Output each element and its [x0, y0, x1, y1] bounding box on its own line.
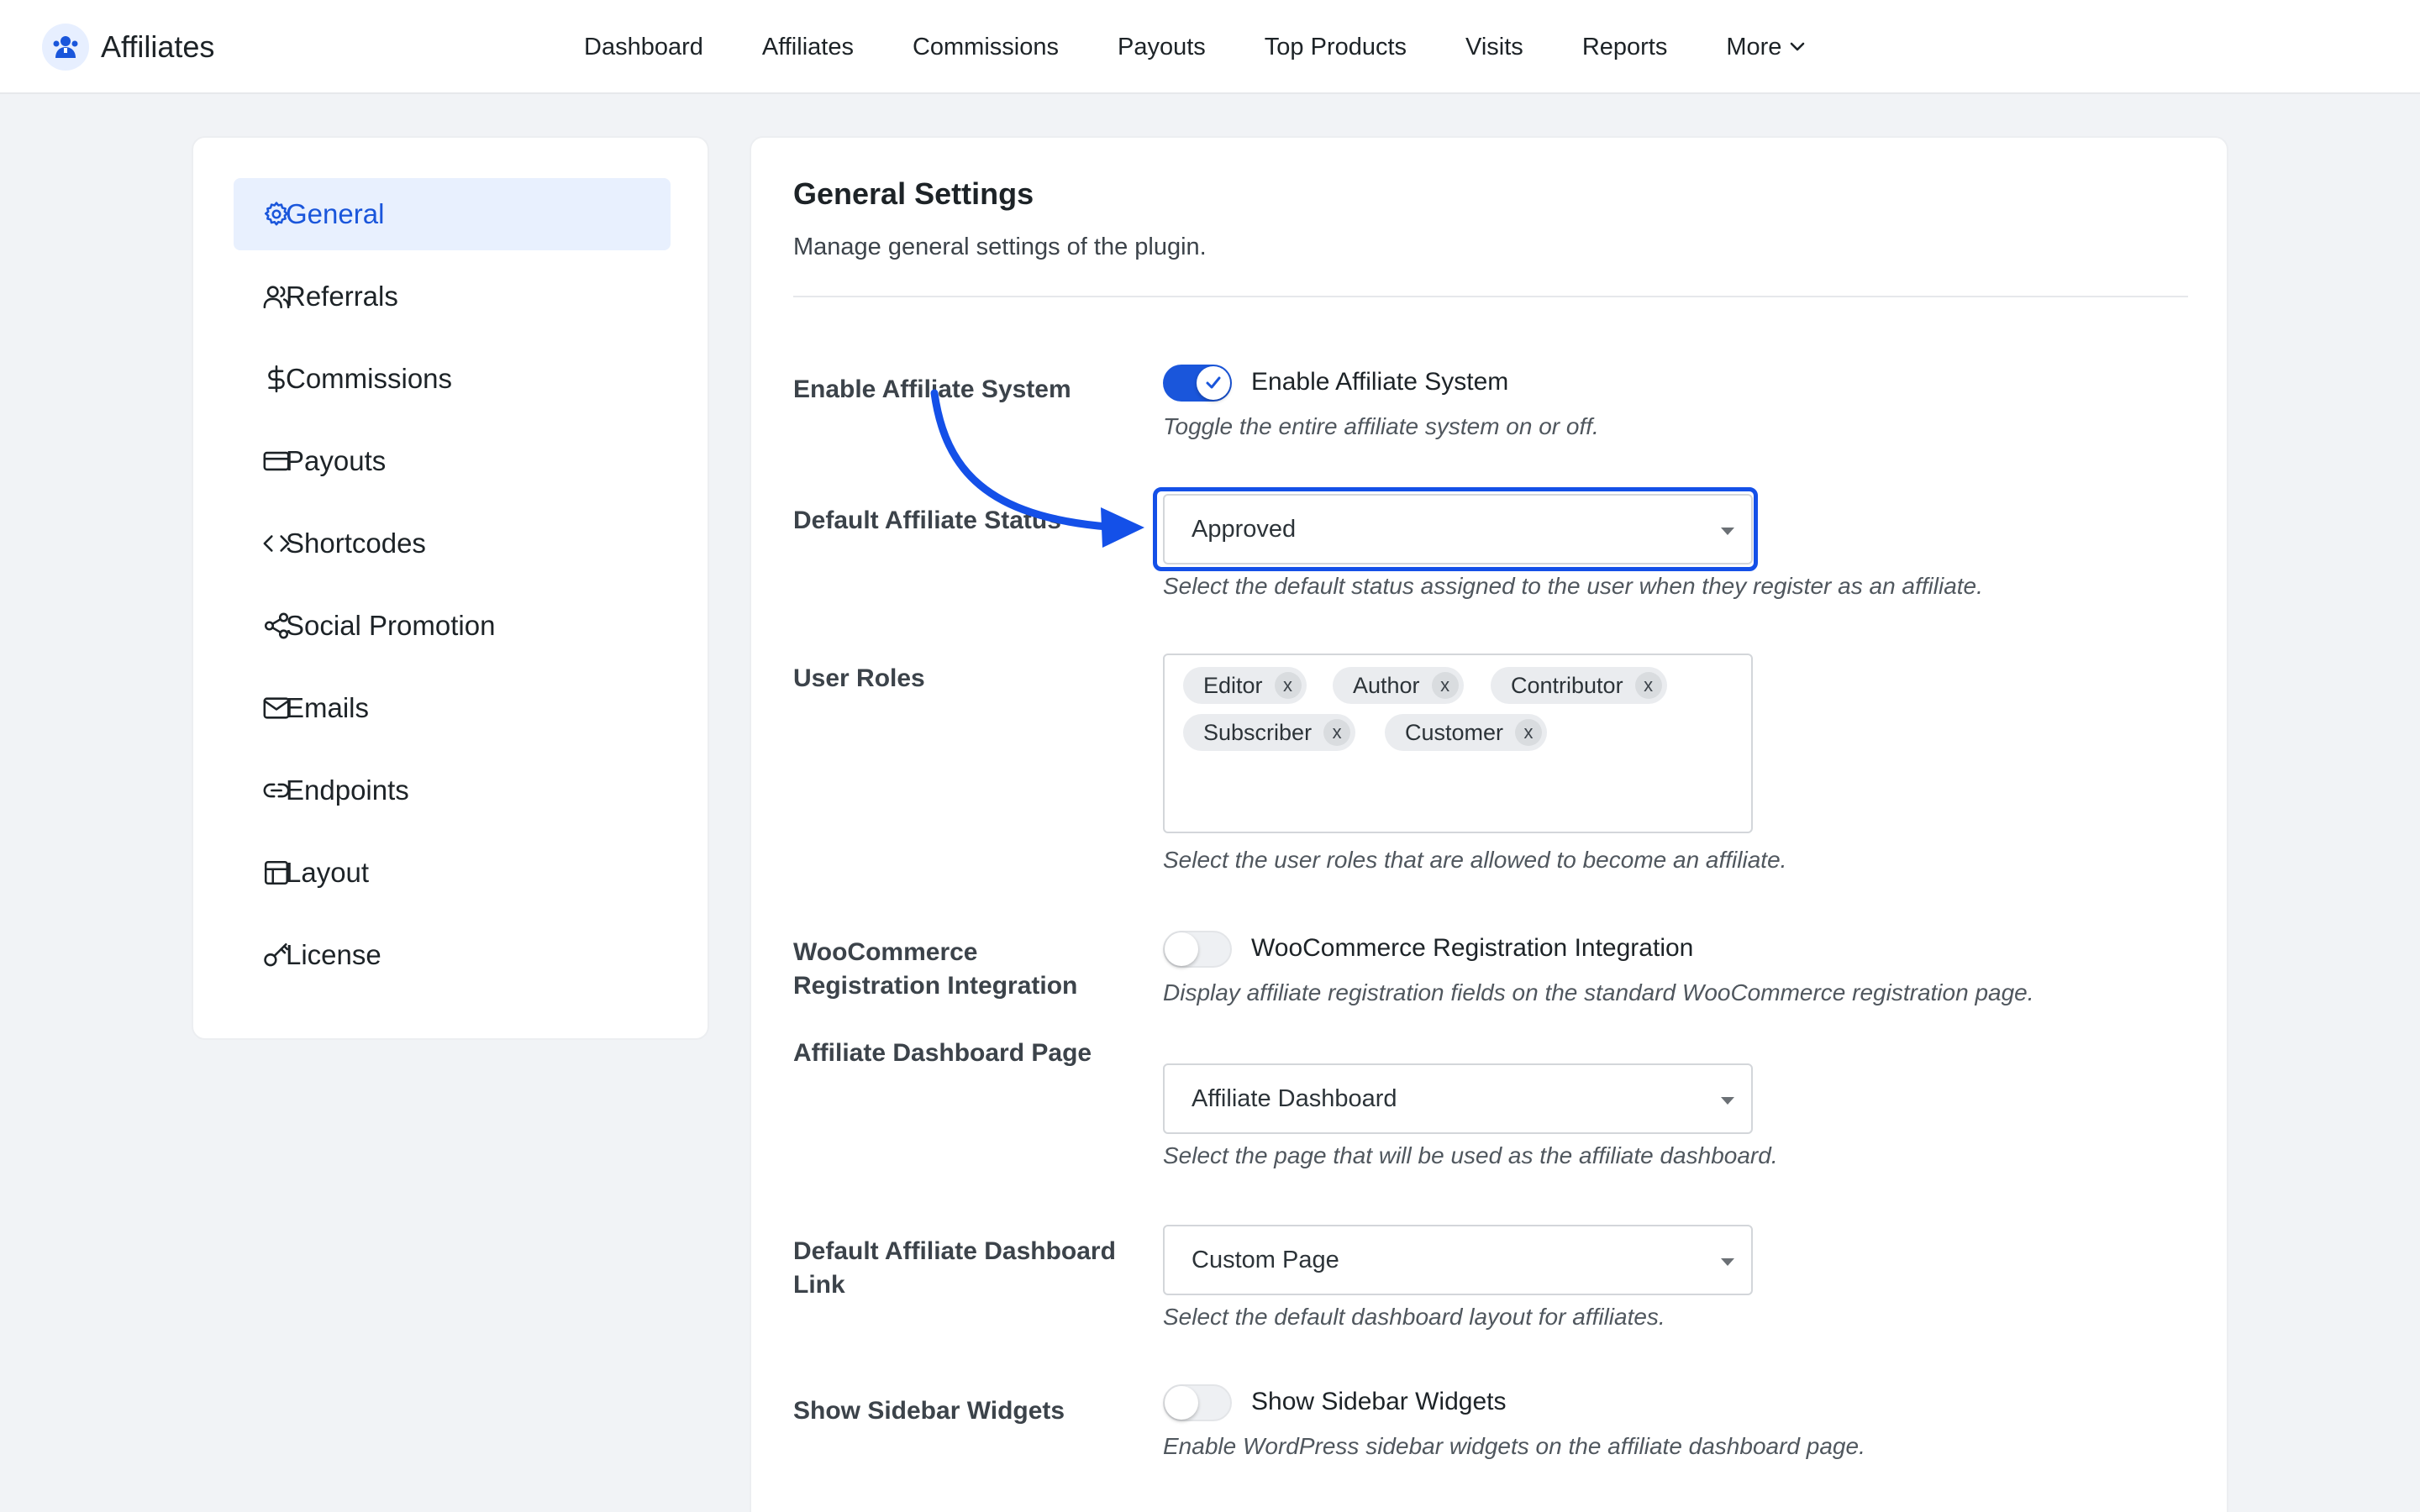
nav-affiliates[interactable]: Affiliates [762, 34, 854, 61]
gear-icon [264, 202, 289, 226]
remove-chip-button[interactable]: x [1323, 719, 1351, 746]
nav-top-products[interactable]: Top Products [1265, 34, 1407, 61]
role-chip-label: Author [1353, 672, 1420, 698]
sidebar-item-label: Commissions [286, 363, 453, 394]
default-dashboard-link-help: Select the default dashboard layout for … [1163, 1304, 1665, 1330]
sidebar-item-layout[interactable]: Layout [234, 837, 671, 909]
default-affiliate-status-help: Select the default status assigned to th… [1163, 573, 1983, 599]
sidebar-item-emails[interactable]: Emails [234, 672, 671, 744]
sidebar-item-social-promotion[interactable]: Social Promotion [234, 590, 671, 662]
remove-chip-button[interactable]: x [1431, 672, 1459, 699]
app-title: Affiliates [101, 29, 215, 64]
sidebar-item-label: Layout [286, 857, 370, 888]
show-sidebar-widgets-toggle-text: Show Sidebar Widgets [1251, 1388, 1507, 1415]
default-affiliate-status-label: Default Affiliate Status [793, 507, 1061, 534]
code-icon [263, 535, 290, 552]
enable-affiliate-system-label: Enable Affiliate System [793, 375, 1071, 403]
users-icon [263, 286, 290, 309]
sidebar-item-label: Payouts [286, 445, 387, 476]
sidebar-item-label: Endpoints [286, 774, 409, 806]
page-title: General Settings [793, 176, 1034, 211]
dollar-icon [268, 365, 285, 393]
caret-down-icon [1721, 1097, 1734, 1105]
share-icon [264, 612, 289, 639]
sidebar-item-endpoints[interactable]: Endpoints [234, 754, 671, 827]
sidebar-item-label: General [286, 198, 385, 229]
main-nav: Dashboard Affiliates Commissions Payouts… [584, 0, 1807, 94]
remove-chip-button[interactable]: x [1515, 719, 1543, 746]
toggle-knob [1197, 366, 1230, 400]
affiliate-dashboard-page-help: Select the page that will be used as the… [1163, 1142, 1778, 1168]
sidebar-item-label: License [286, 939, 381, 970]
default-dashboard-link-select[interactable]: Custom Page [1163, 1225, 1753, 1295]
select-value: Affiliate Dashboard [1192, 1084, 1397, 1112]
affiliate-dashboard-page-select[interactable]: Affiliate Dashboard [1163, 1063, 1753, 1134]
sidebar-item-payouts[interactable]: Payouts [234, 425, 671, 497]
select-value: Approved [1192, 515, 1297, 543]
sidebar-item-referrals[interactable]: Referrals [234, 260, 671, 333]
user-roles-label: User Roles [793, 664, 925, 692]
key-icon [264, 942, 289, 967]
remove-chip-button[interactable]: x [1274, 672, 1302, 699]
role-chip-label: Subscriber [1203, 719, 1313, 745]
user-roles-multiselect[interactable]: Editor x Author x Contributor x Subscrib… [1163, 654, 1753, 833]
sidebar-item-shortcodes[interactable]: Shortcodes [234, 507, 671, 580]
top-navigation-bar: Affiliates Dashboard Affiliates Commissi… [0, 0, 2420, 94]
nav-commissions[interactable]: Commissions [913, 34, 1059, 61]
role-chip: Editor x [1183, 667, 1307, 704]
woocommerce-integration-toggle-text: WooCommerce Registration Integration [1251, 934, 1694, 962]
role-chip-label: Contributor [1511, 672, 1623, 698]
toggle-knob [1165, 932, 1198, 966]
page-subtitle: Manage general settings of the plugin. [793, 234, 1207, 260]
enable-affiliate-system-toggle-text: Enable Affiliate System [1251, 368, 1509, 396]
nav-visits[interactable]: Visits [1465, 34, 1523, 61]
nav-more[interactable]: More [1726, 34, 1807, 61]
sidebar-item-general[interactable]: General [234, 178, 671, 250]
role-chip-label: Editor [1203, 672, 1263, 698]
remove-chip-button[interactable]: x [1634, 672, 1662, 699]
check-icon [1206, 376, 1221, 389]
affiliates-logo-icon [42, 24, 89, 71]
mail-icon [263, 697, 290, 719]
sidebar-item-commissions[interactable]: Commissions [234, 343, 671, 415]
woocommerce-integration-toggle[interactable] [1163, 931, 1232, 968]
nav-reports[interactable]: Reports [1582, 34, 1668, 61]
role-chip: Author x [1333, 667, 1464, 704]
settings-sidebar: General Referrals Commissions Payouts Sh… [192, 136, 709, 1040]
role-chip: Customer x [1385, 714, 1548, 751]
user-roles-help: Select the user roles that are allowed t… [1163, 847, 1787, 873]
sidebar-item-label: Shortcodes [286, 528, 426, 559]
nav-payouts[interactable]: Payouts [1118, 34, 1206, 61]
role-chip: Contributor x [1491, 667, 1667, 704]
link-icon [263, 783, 290, 798]
caret-down-icon [1721, 528, 1734, 535]
sidebar-item-label: Emails [286, 692, 370, 723]
affiliate-dashboard-page-label: Affiliate Dashboard Page [793, 1039, 1092, 1067]
enable-affiliate-system-toggle[interactable] [1163, 365, 1232, 402]
show-sidebar-widgets-help: Enable WordPress sidebar widgets on the … [1163, 1433, 1865, 1459]
sidebar-item-label: Social Promotion [286, 610, 496, 641]
woocommerce-integration-label: WooCommerce Registration Integration [793, 938, 1078, 1000]
divider [793, 296, 2188, 297]
role-chip: Subscriber x [1183, 714, 1356, 751]
select-value: Custom Page [1192, 1246, 1339, 1273]
nav-dashboard[interactable]: Dashboard [584, 34, 703, 61]
role-chip-label: Customer [1405, 719, 1504, 745]
enable-affiliate-system-help: Toggle the entire affiliate system on or… [1163, 413, 1599, 439]
default-affiliate-status-select[interactable]: Approved [1163, 494, 1753, 564]
woocommerce-integration-help: Display affiliate registration fields on… [1163, 979, 2034, 1005]
card-icon [263, 451, 290, 471]
show-sidebar-widgets-toggle[interactable] [1163, 1384, 1232, 1421]
nav-more-label: More [1726, 33, 1782, 60]
chevron-down-icon [1788, 38, 1807, 56]
caret-down-icon [1721, 1258, 1734, 1266]
layout-icon [264, 860, 289, 885]
toggle-knob [1165, 1386, 1198, 1420]
show-sidebar-widgets-label: Show Sidebar Widgets [793, 1397, 1065, 1425]
general-settings-panel: General Settings Manage general settings… [750, 136, 2228, 1512]
sidebar-item-license[interactable]: License [234, 919, 671, 991]
brand[interactable]: Affiliates [42, 24, 214, 71]
sidebar-item-label: Referrals [286, 281, 398, 312]
default-dashboard-link-label: Default Affiliate Dashboard Link [793, 1237, 1116, 1299]
